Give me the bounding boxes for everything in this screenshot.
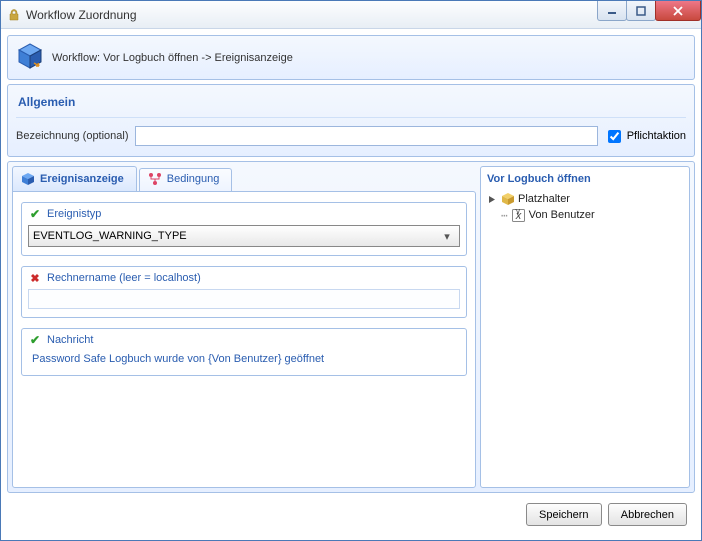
mandatory-label: Pflichtaktion xyxy=(627,130,686,142)
main-panel: Ereignisanzeige Bedingung Ereignistyp xyxy=(7,161,695,493)
window-title: Workflow Zuordnung xyxy=(26,8,598,22)
maximize-button[interactable] xyxy=(626,1,656,21)
workflow-cube-icon xyxy=(16,42,44,73)
tree-node-child[interactable]: ⋯ x√ Von Benutzer xyxy=(501,207,683,223)
name-label: Bezeichnung (optional) xyxy=(16,130,129,142)
workflow-path: Workflow: Vor Logbuch öffnen -> Ereignis… xyxy=(52,52,293,64)
tab-condition[interactable]: Bedingung xyxy=(139,168,233,191)
workflow-header: Workflow: Vor Logbuch öffnen -> Ereignis… xyxy=(7,35,695,80)
mandatory-checkbox[interactable]: Pflichtaktion xyxy=(604,127,686,146)
cube-icon xyxy=(21,172,35,186)
general-panel: Allgemein Bezeichnung (optional) Pflicht… xyxy=(7,84,695,157)
tree-connector: ⋯ xyxy=(501,209,507,222)
message-label: Nachricht xyxy=(47,334,93,346)
tab-event[interactable]: Ereignisanzeige xyxy=(12,166,137,191)
event-type-value: EVENTLOG_WARNING_TYPE xyxy=(33,230,187,242)
window-buttons xyxy=(598,1,701,28)
check-icon xyxy=(28,207,42,221)
close-button[interactable] xyxy=(655,1,701,21)
x-icon xyxy=(28,271,42,285)
tab-event-label: Ereignisanzeige xyxy=(40,173,124,185)
hostname-input[interactable] xyxy=(28,289,460,309)
left-column: Ereignisanzeige Bedingung Ereignistyp xyxy=(12,166,476,488)
tabs: Ereignisanzeige Bedingung xyxy=(12,166,476,191)
check-icon xyxy=(28,333,42,347)
folder-cube-icon xyxy=(501,192,515,206)
tree-node-child-label: Von Benutzer xyxy=(529,209,595,221)
lock-icon xyxy=(7,8,21,22)
body: Workflow: Vor Logbuch öffnen -> Ereignis… xyxy=(1,29,701,540)
footer: Speichern Abbrechen xyxy=(7,497,695,534)
cancel-button[interactable]: Abbrechen xyxy=(608,503,687,526)
sidebar-title: Vor Logbuch öffnen xyxy=(487,173,683,185)
tree-node-root[interactable]: Platzhalter xyxy=(487,191,683,207)
window: Workflow Zuordnung Workflow: Vor Logbuch… xyxy=(0,0,702,541)
collapse-icon[interactable] xyxy=(487,194,498,205)
event-type-field: Ereignistyp EVENTLOG_WARNING_TYPE ▾ xyxy=(21,202,467,256)
message-field: Nachricht Password Safe Logbuch wurde vo… xyxy=(21,328,467,376)
titlebar[interactable]: Workflow Zuordnung xyxy=(1,1,701,29)
chevron-down-icon: ▾ xyxy=(439,230,455,243)
general-title: Allgemein xyxy=(16,91,686,118)
placeholder-tree: Platzhalter ⋯ x√ Von Benutzer xyxy=(487,191,683,223)
event-type-select[interactable]: EVENTLOG_WARNING_TYPE ▾ xyxy=(28,225,460,247)
event-type-label: Ereignistyp xyxy=(47,208,101,220)
mandatory-checkbox-input[interactable] xyxy=(608,130,621,143)
minimize-button[interactable] xyxy=(597,1,627,21)
tab-condition-label: Bedingung xyxy=(167,173,220,185)
placeholder-sidebar: Vor Logbuch öffnen Platzhalter ⋯ xyxy=(480,166,690,488)
condition-icon xyxy=(148,172,162,186)
message-value: Password Safe Logbuch wurde von {Von Ben… xyxy=(28,351,460,367)
hostname-label: Rechnername (leer = localhost) xyxy=(47,272,201,284)
tab-body: Ereignistyp EVENTLOG_WARNING_TYPE ▾ Rech… xyxy=(12,191,476,488)
hostname-field: Rechnername (leer = localhost) xyxy=(21,266,467,318)
name-input[interactable] xyxy=(135,126,598,146)
tree-node-root-label: Platzhalter xyxy=(518,193,570,205)
svg-text:√: √ xyxy=(515,209,522,217)
save-button[interactable]: Speichern xyxy=(526,503,602,526)
variable-icon: x√ xyxy=(512,208,526,222)
name-row: Bezeichnung (optional) Pflichtaktion xyxy=(16,126,686,146)
